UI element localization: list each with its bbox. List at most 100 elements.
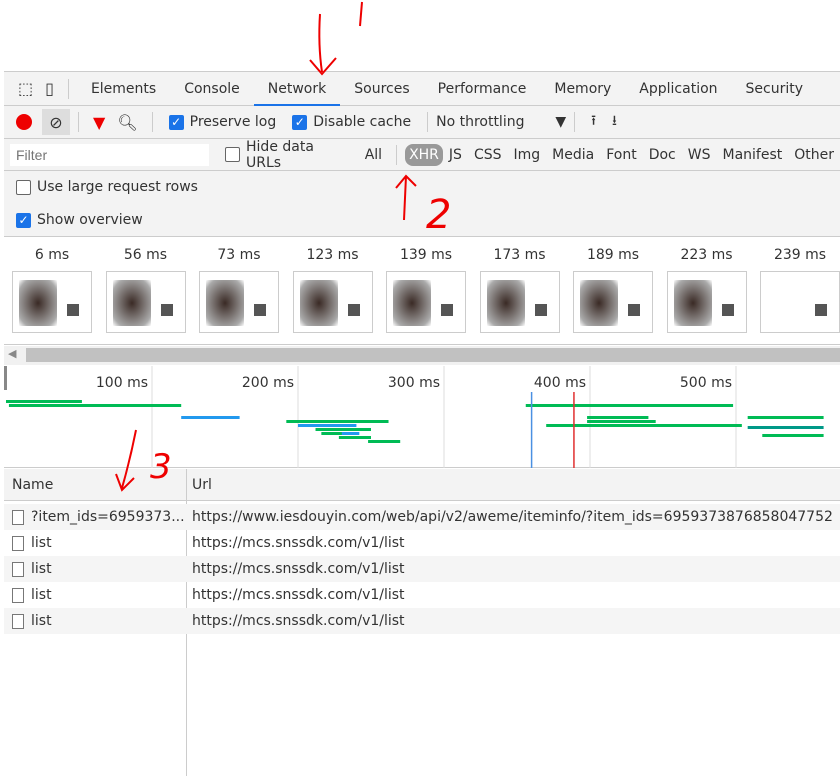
frame-time: 223 ms [680,247,733,263]
scroll-left-icon[interactable]: ◀ [8,347,16,360]
qr-code-thumbnail [534,304,547,316]
tick-label: 100 ms [96,375,148,391]
thumbnail-image [580,280,618,326]
device-toolbar-icon[interactable]: ▯ [45,79,54,98]
filter-type-manifest[interactable]: Manifest [716,147,788,163]
column-divider[interactable] [186,469,187,501]
request-bar [338,436,371,439]
large-request-rows-checkbox[interactable]: Use large request rows [16,179,198,195]
name-cell: list [4,582,186,608]
screenshot-frame[interactable] [760,271,840,333]
request-bar [747,416,824,419]
options-panel: Use large request rows ✓ Show overview [4,171,840,237]
tab-network[interactable]: Network [253,72,341,106]
filter-type-media[interactable]: Media [546,147,600,163]
search-icon[interactable]: 🔍︎ [117,113,137,132]
filter-type-xhr[interactable]: XHR [405,143,443,166]
screenshot-frame[interactable] [573,271,653,333]
screenshot-frame[interactable] [199,271,279,333]
screenshot-frame[interactable] [666,271,747,333]
table-row[interactable]: ?item_ids=6959373... https://www.iesdouyi… [4,504,840,530]
filter-type-js[interactable]: JS [443,147,468,163]
filter-type-ws[interactable]: WS [682,147,717,163]
request-bar [747,426,824,429]
qr-code-thumbnail [347,304,360,316]
timeline-handle [4,366,7,390]
file-icon [12,561,24,577]
tab-security[interactable]: Security [732,72,818,106]
filter-type-doc[interactable]: Doc [643,147,682,163]
screenshot-frame[interactable] [105,271,186,333]
name-cell: list [4,530,186,556]
qr-code-thumbnail [441,304,453,316]
table-header: Name Url [4,469,840,501]
filter-input[interactable] [10,143,210,166]
throttling-select[interactable]: No throttling ▼ [436,114,566,130]
screenshot-frame[interactable] [292,271,373,333]
screenshot-frame[interactable] [386,271,466,333]
table-row[interactable]: list https://mcs.snssdk.com/v1/list [4,530,840,556]
request-bar [286,420,389,423]
record-button[interactable] [16,114,32,130]
request-name: list [31,535,52,551]
request-bar [6,400,82,403]
checkbox-checked-icon: ✓ [292,114,308,130]
tab-application[interactable]: Application [625,72,731,106]
frame-time: 173 ms [493,247,546,263]
hide-data-urls-checkbox[interactable]: Hide data URLs [225,139,350,171]
show-overview-checkbox[interactable]: ✓ Show overview [16,212,143,228]
clear-button[interactable]: ⊘ [42,109,70,135]
tab-elements[interactable]: Elements [77,72,170,106]
disable-cache-checkbox[interactable]: ✓ Disable cache [292,114,411,130]
divider [151,112,153,132]
scrollbar-thumb[interactable] [26,348,840,362]
request-name: ?item_ids=6959373... [31,509,185,525]
tick-label: 400 ms [534,375,586,391]
table-row[interactable]: list https://mcs.snssdk.com/v1/list [4,582,840,608]
request-name: list [31,561,52,577]
column-header-name[interactable]: Name [12,477,53,493]
import-har-icon[interactable]: ⭱ [591,110,596,134]
request-bar [321,432,344,435]
screenshot-frame[interactable] [12,271,92,333]
red-arrow-1 [309,13,337,76]
qr-code-thumbnail [721,304,734,316]
request-bar [181,416,240,419]
tab-sources[interactable]: Sources [340,72,423,106]
tick-label: 200 ms [242,375,294,391]
preserve-log-checkbox[interactable]: ✓ Preserve log [168,114,276,130]
tab-memory[interactable]: Memory [540,72,625,106]
overview-timeline[interactable]: 100 ms200 ms300 ms400 ms500 ms6 [4,366,840,468]
url-cell: https://mcs.snssdk.com/v1/list [192,561,405,577]
frame-time: 139 ms [399,247,453,263]
thumbnail-image [206,280,244,326]
frame-time: 56 ms [123,247,168,263]
thumbnail-image [673,280,712,326]
inspect-element-icon[interactable]: ⬚ [18,79,33,98]
filter-type-all[interactable]: All [359,147,388,163]
filter-type-font[interactable]: Font [600,147,642,163]
checkbox-checked-icon: ✓ [168,114,184,130]
filter-type-img[interactable]: Img [508,147,547,163]
horizontal-scrollbar[interactable]: ◀ [4,346,840,365]
checkbox-unchecked-icon [16,179,31,195]
export-har-icon[interactable]: ⭳ [612,110,617,134]
filter-type-other[interactable]: Other [788,147,840,163]
request-bar [587,416,649,419]
request-name: list [31,613,52,629]
tab-performance[interactable]: Performance [424,72,541,106]
table-row[interactable]: list https://mcs.snssdk.com/v1/list [4,556,840,582]
filter-type-css[interactable]: CSS [468,147,508,163]
tab-console[interactable]: Console [170,72,254,106]
request-bar [298,424,357,427]
qr-code-thumbnail [160,304,173,316]
frame-time: 123 ms [306,247,359,263]
red-mark [359,1,363,27]
filter-icon[interactable]: ▼ [93,113,105,132]
screenshot-frame[interactable] [479,271,560,333]
column-header-url[interactable]: Url [192,477,212,493]
table-row[interactable]: list https://mcs.snssdk.com/v1/list [4,608,840,634]
qr-code-thumbnail [67,304,79,316]
thumbnail-image [112,280,151,326]
divider [574,112,576,132]
